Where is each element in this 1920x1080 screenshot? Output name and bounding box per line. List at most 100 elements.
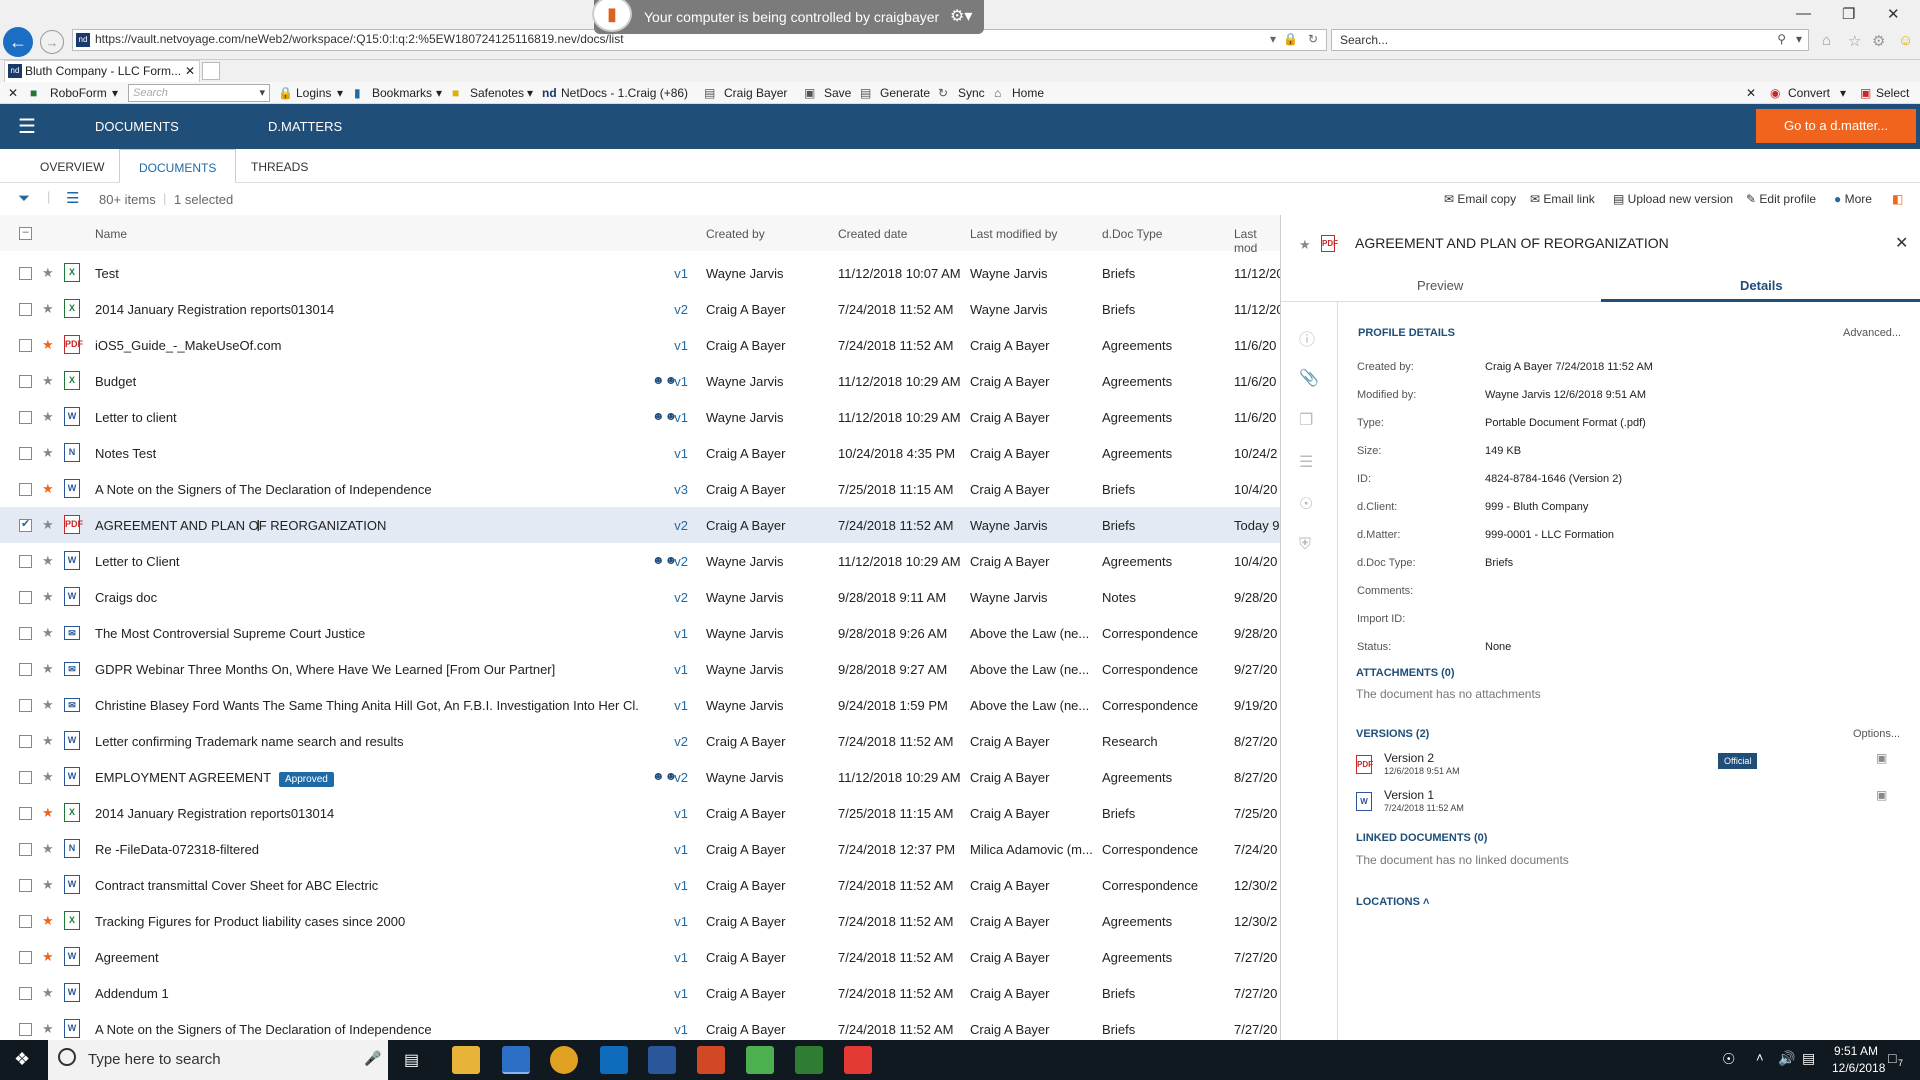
table-row[interactable]: ★ X Tracking Figures for Product liability… [0, 903, 1280, 939]
volume-icon[interactable]: 🔊 [1778, 1050, 1795, 1067]
list-view-icon[interactable]: ☰ [66, 189, 79, 207]
version-number[interactable]: v1 [668, 410, 688, 425]
table-row[interactable]: ★ PDF AGREEMENT AND PLAN OF REORGANIZATION… [0, 507, 1280, 543]
close-bar-icon[interactable]: ✕ [1746, 86, 1756, 100]
upload-version-button[interactable]: ▤ Upload new version [1613, 192, 1733, 206]
bookmarks-menu[interactable]: Bookmarks [372, 86, 432, 100]
row-checkbox[interactable] [19, 843, 32, 856]
favorite-star-icon[interactable]: ★ [42, 733, 54, 749]
access-icon[interactable]: ☉ [1299, 494, 1313, 514]
safenotes-dropdown-icon[interactable]: ▾ [527, 86, 533, 100]
sync-link[interactable]: Sync [958, 86, 985, 100]
refresh-icon[interactable]: ↻ [1308, 32, 1318, 46]
favorite-star-icon[interactable]: ★ [42, 913, 54, 929]
doc-name[interactable]: Notes Test [95, 446, 156, 461]
internet-explorer-icon[interactable] [502, 1046, 530, 1074]
task-view-icon[interactable]: ▤ [404, 1050, 419, 1070]
nav-dmatters[interactable]: D.MATTERS [268, 119, 342, 134]
locations-toggle[interactable]: LOCATIONS ˄ [1356, 896, 1429, 908]
versions-icon[interactable]: ❐ [1299, 410, 1313, 430]
row-checkbox[interactable] [19, 483, 32, 496]
table-row[interactable]: ★ W A Note on the Signers of The Declarati… [0, 1011, 1280, 1040]
snagit-icon[interactable] [844, 1046, 872, 1074]
windows-start-icon[interactable]: ❖ [14, 1049, 30, 1070]
new-tab-button[interactable] [202, 62, 220, 80]
browser-search-input[interactable]: Search... ⚲ ▾ [1331, 29, 1809, 51]
logins-menu[interactable]: Logins [296, 86, 331, 100]
doc-name[interactable]: Addendum 1 [95, 986, 169, 1001]
favorites-star-icon[interactable]: ☆ [1848, 32, 1861, 50]
convert-menu[interactable]: Convert [1788, 86, 1830, 100]
doc-name[interactable]: Agreement [95, 950, 159, 965]
select-all-checkbox[interactable]: – [19, 227, 32, 240]
history-icon[interactable]: ☰ [1299, 452, 1313, 472]
doc-name[interactable]: Tracking Figures for Product liability c… [95, 914, 405, 929]
safenotes-menu[interactable]: Safenotes [470, 86, 524, 100]
tab-preview[interactable]: Preview [1417, 278, 1463, 293]
version-number[interactable]: v1 [668, 1022, 688, 1037]
table-row[interactable]: ★ ✉ The Most Controversial Supreme Court J… [0, 615, 1280, 651]
favorite-star-icon[interactable]: ★ [42, 301, 54, 317]
favorite-star-icon[interactable]: ★ [42, 409, 54, 425]
version-number[interactable]: v1 [668, 914, 688, 929]
chrome-icon[interactable] [550, 1046, 578, 1074]
save-link[interactable]: Save [824, 86, 851, 100]
info-icon[interactable]: ⓘ [1299, 326, 1315, 350]
hamburger-menu-icon[interactable]: ☰ [18, 114, 36, 139]
doc-name[interactable]: Letter to client [95, 410, 177, 425]
search-icon[interactable]: ⚲ [1777, 32, 1786, 46]
select-link[interactable]: Select [1876, 86, 1909, 100]
table-row[interactable]: ★ W Letter to client ☻☻ v1 Wayne Jarvis 11/12/… [0, 399, 1280, 435]
row-checkbox[interactable] [19, 699, 32, 712]
doc-name[interactable]: Letter to Client [95, 554, 180, 569]
word-icon[interactable] [648, 1046, 676, 1074]
favorite-star-icon[interactable]: ★ [42, 337, 54, 353]
edit-profile-button[interactable]: ✎ Edit profile [1746, 192, 1816, 206]
taskbar-search-input[interactable]: Type here to search 🎤 [48, 1040, 388, 1080]
craig-bayer-link[interactable]: Craig Bayer [724, 86, 787, 100]
version-number[interactable]: v1 [668, 626, 688, 641]
version-number[interactable]: v1 [668, 446, 688, 461]
favorite-star-icon[interactable]: ★ [42, 589, 54, 605]
doc-name[interactable]: Budget [95, 374, 136, 389]
favorite-star-icon[interactable]: ★ [42, 877, 54, 893]
doc-name[interactable]: 2014 January Registration reports013014 [95, 806, 334, 821]
table-row[interactable]: ★ W Addendum 1 v1 Craig A Bayer 7/24/2018 11:… [0, 975, 1280, 1011]
restore-icon[interactable]: ❐ [1842, 5, 1855, 23]
table-row[interactable]: ★ W Letter to Client ☻☻ v2 Wayne Jarvis 11/12/… [0, 543, 1280, 579]
table-row[interactable]: ★ ✉ Christine Blasey Ford Wants The Same T… [0, 687, 1280, 723]
convert-dropdown-icon[interactable]: ▾ [1840, 86, 1846, 100]
browser-tab[interactable]: nd Bluth Company - LLC Form... ✕ [4, 60, 200, 82]
panel-toggle-icon[interactable]: ◧ [1892, 192, 1903, 206]
app-icon[interactable] [795, 1046, 823, 1074]
version-number[interactable]: v1 [668, 338, 688, 353]
row-checkbox[interactable] [19, 339, 32, 352]
version-number[interactable]: v1 [668, 842, 688, 857]
version-number[interactable]: v2 [668, 302, 688, 317]
security-shield-icon[interactable]: ⛨ [1299, 536, 1311, 554]
doc-name[interactable]: GDPR Webinar Three Months On, Where Have… [95, 662, 555, 677]
table-row[interactable]: ★ W EMPLOYMENT AGREEMENT Approved ☻☻ v2 Wayne … [0, 759, 1280, 795]
row-checkbox[interactable] [19, 517, 32, 532]
row-checkbox[interactable] [19, 555, 32, 568]
table-row[interactable]: ★ N Re -FileData-072318-filtered v1 Craig A … [0, 831, 1280, 867]
row-checkbox[interactable] [19, 267, 32, 280]
logins-dropdown-icon[interactable]: ▾ [337, 86, 343, 100]
version-number[interactable]: v2 [668, 518, 688, 533]
search-dropdown-icon[interactable]: ▾ [1796, 32, 1802, 46]
favorite-star-icon[interactable]: ★ [42, 445, 54, 461]
table-row[interactable]: ★ ✉ GDPR Webinar Three Months On, Where Ha… [0, 651, 1280, 687]
version-menu-icon[interactable]: ▣ [1876, 751, 1887, 765]
minimize-icon[interactable]: — [1796, 5, 1811, 22]
clock-time[interactable]: 9:51 AM [1834, 1044, 1878, 1058]
netdocs-link[interactable]: NetDocs - 1.Craig (+86) [561, 86, 688, 100]
version-number[interactable]: v1 [668, 374, 688, 389]
col-last-mod[interactable]: Last mod [1234, 227, 1280, 255]
version-number[interactable]: v1 [668, 950, 688, 965]
advanced-link[interactable]: Advanced... [1843, 327, 1901, 339]
tab-documents[interactable]: DOCUMENTS [119, 149, 237, 183]
table-row[interactable]: ★ W Letter confirming Trademark name searc… [0, 723, 1280, 759]
network-icon[interactable]: ▤ [1802, 1050, 1815, 1067]
file-explorer-icon[interactable] [452, 1046, 480, 1074]
close-window-icon[interactable]: ✕ [1887, 5, 1900, 23]
